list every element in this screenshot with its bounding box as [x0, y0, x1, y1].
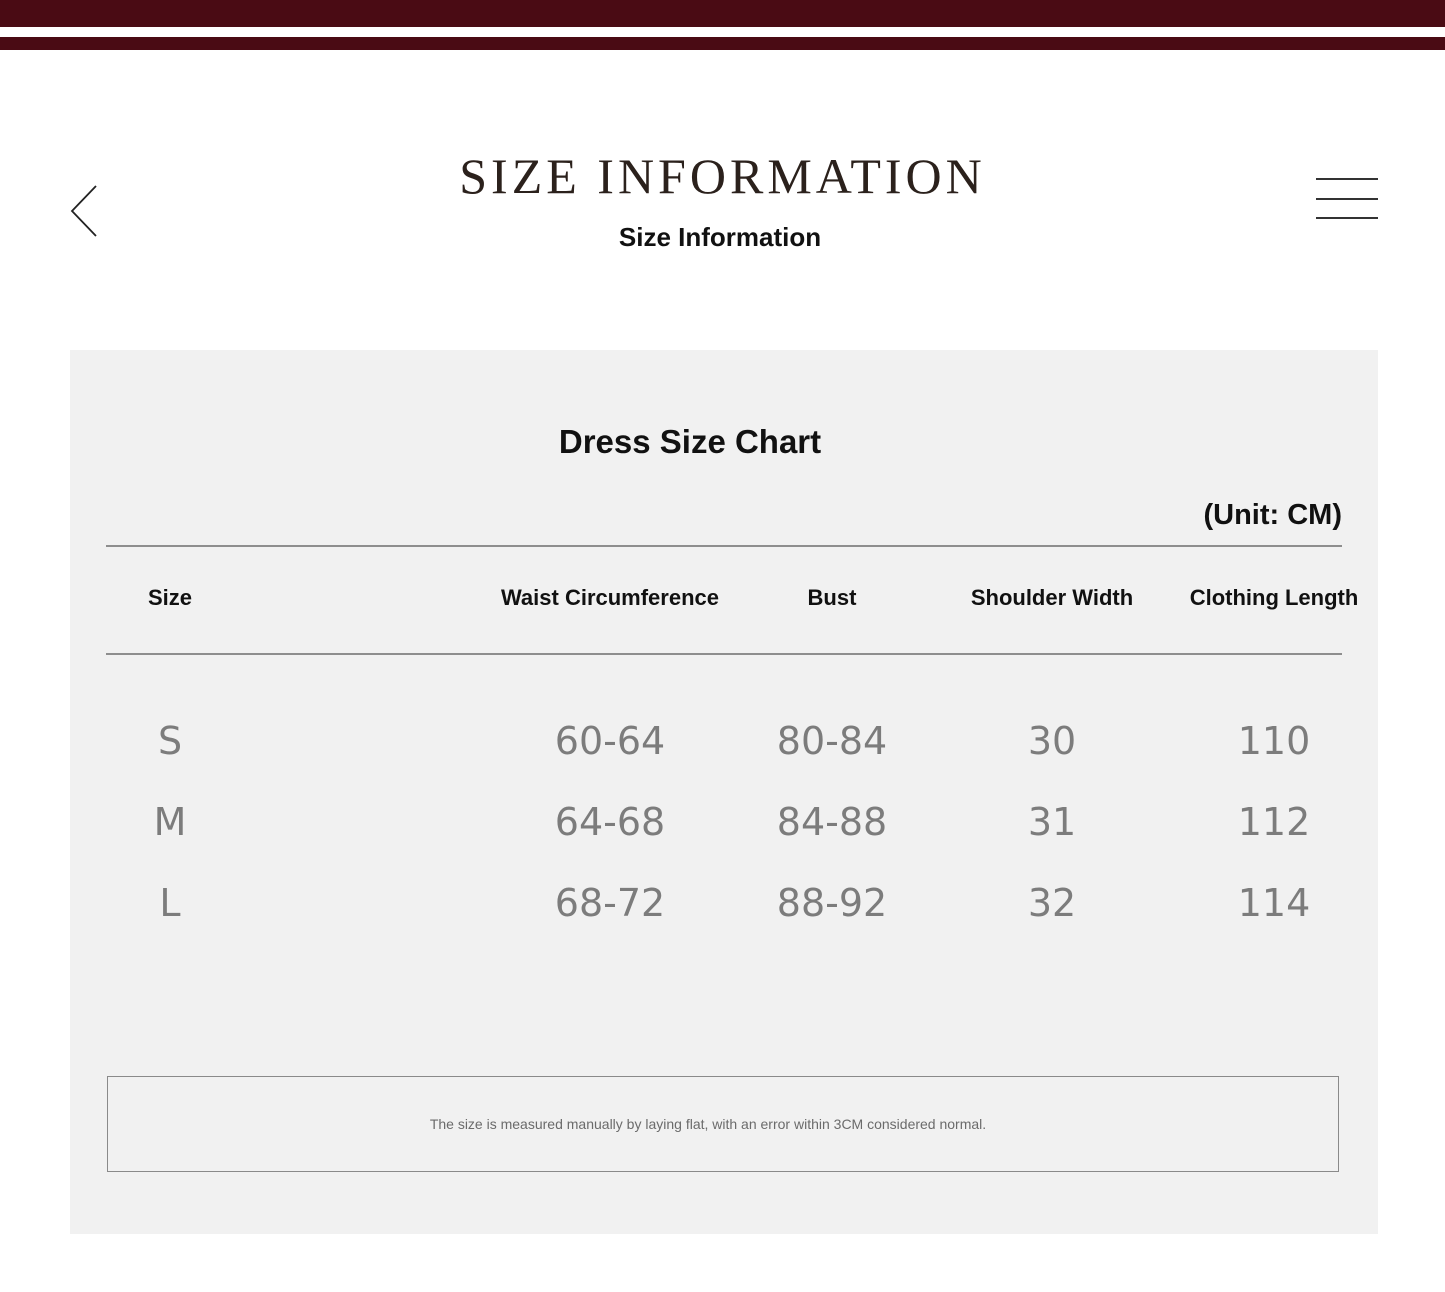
cell-clothing-length: 112	[1237, 800, 1311, 844]
unit-label: (Unit: CM)	[1203, 499, 1342, 531]
cell-size: M	[153, 800, 187, 844]
cell-bust: 88-92	[776, 881, 888, 925]
header-bottom-divider	[106, 653, 1342, 655]
cell-bust: 80-84	[776, 719, 888, 763]
measurement-note: The size is measured manually by laying …	[429, 1116, 987, 1132]
cell-clothing-length: 114	[1237, 881, 1311, 925]
cell-bust: 84-88	[776, 800, 888, 844]
cell-waist: 64-68	[554, 800, 666, 844]
cell-waist: 60-64	[554, 719, 666, 763]
cell-clothing-length: 110	[1237, 719, 1311, 763]
cell-shoulder-width: 32	[1027, 881, 1077, 925]
column-header-size: Size	[147, 585, 193, 610]
column-header-clothing-length: Clothing Length	[1189, 585, 1359, 610]
bottom-stripe	[0, 37, 1445, 50]
cell-size: L	[159, 881, 181, 925]
cell-waist: 68-72	[554, 881, 666, 925]
column-header-shoulder-width: Shoulder Width	[970, 585, 1134, 610]
column-header-bust: Bust	[807, 585, 857, 610]
page-subtitle: Size Information	[618, 222, 822, 252]
measurement-note-box: The size is measured manually by laying …	[107, 1076, 1339, 1172]
top-stripe	[0, 0, 1445, 27]
cell-size: S	[157, 719, 183, 763]
cell-shoulder-width: 30	[1027, 719, 1077, 763]
cell-shoulder-width: 31	[1027, 800, 1077, 844]
page-title: SIZE INFORMATION	[459, 148, 986, 204]
header-top-divider	[106, 545, 1342, 547]
chart-title: Dress Size Chart	[558, 423, 822, 460]
column-header-waist: Waist Circumference	[500, 585, 720, 610]
size-chart-panel: Dress Size Chart (Unit: CM) Size Waist C…	[70, 350, 1378, 1234]
